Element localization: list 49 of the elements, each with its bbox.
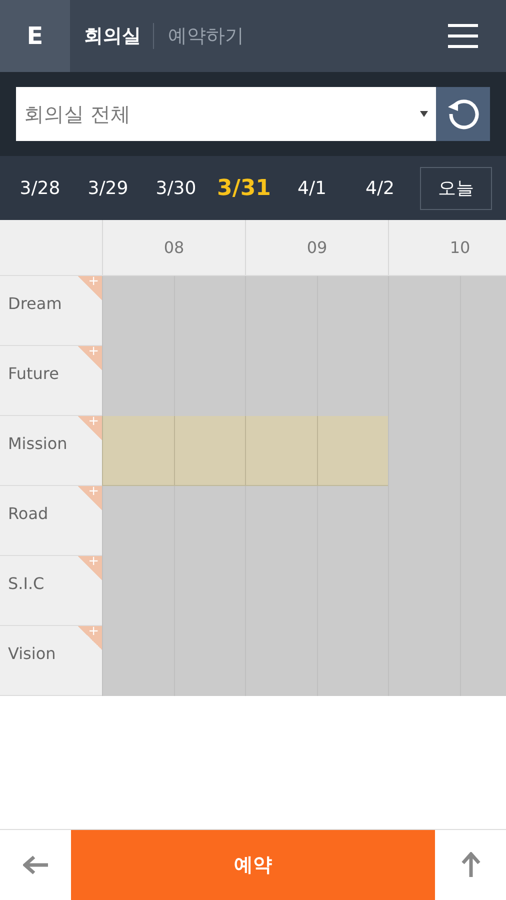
time-slot[interactable] <box>245 626 316 696</box>
date-tab[interactable]: 3/28 <box>6 178 74 198</box>
time-slot[interactable] <box>316 276 388 346</box>
time-slot[interactable] <box>245 416 316 486</box>
room-label-cell[interactable]: Dream + <box>0 276 102 346</box>
time-slot[interactable] <box>316 626 388 696</box>
menu-icon <box>448 23 478 49</box>
room-label-cell[interactable]: Future + <box>0 346 102 416</box>
room-label-cell[interactable]: Road + <box>0 486 102 556</box>
time-slot[interactable] <box>102 626 174 696</box>
time-slot[interactable] <box>102 416 174 486</box>
date-tab[interactable]: 4/2 <box>346 178 414 198</box>
page-subtitle: 예약하기 <box>168 24 244 49</box>
hour-header: 10 <box>388 220 506 275</box>
logo[interactable]: E <box>0 0 70 72</box>
hour-header: 08 <box>102 220 245 275</box>
page-title: 회의실 <box>84 23 154 49</box>
time-slot[interactable] <box>102 276 174 346</box>
refresh-button[interactable] <box>436 87 490 141</box>
time-slot[interactable] <box>316 486 388 556</box>
time-slot[interactable] <box>174 486 245 556</box>
hour-header: 09 <box>245 220 388 275</box>
date-tab[interactable]: 3/29 <box>74 178 142 198</box>
time-slot[interactable] <box>102 346 174 416</box>
up-arrow-icon <box>460 852 480 878</box>
room-select[interactable]: 회의실 전체 <box>16 87 436 141</box>
date-tab[interactable]: 3/30 <box>142 178 210 198</box>
date-tab[interactable]: 4/1 <box>278 178 346 198</box>
time-slot[interactable] <box>316 346 388 416</box>
today-button[interactable]: 오늘 <box>420 166 492 210</box>
left-arrow-icon <box>22 855 48 875</box>
refresh-icon <box>446 97 480 131</box>
time-slot[interactable] <box>102 486 174 556</box>
time-slot[interactable] <box>245 276 316 346</box>
reserve-button[interactable]: 예약 <box>71 830 435 900</box>
time-slot[interactable] <box>174 346 245 416</box>
room-label-cell[interactable]: S.I.C + <box>0 556 102 626</box>
dropdown-caret-icon <box>420 111 428 117</box>
time-slot[interactable] <box>245 486 316 556</box>
time-slot[interactable] <box>174 626 245 696</box>
room-label-cell[interactable]: Vision + <box>0 626 102 696</box>
room-label-cell[interactable]: Mission + <box>0 416 102 486</box>
time-slot[interactable] <box>316 416 388 486</box>
date-tab[interactable]: 3/31 <box>210 176 278 200</box>
time-slot[interactable] <box>245 346 316 416</box>
time-slot[interactable] <box>174 276 245 346</box>
time-slot[interactable] <box>388 626 460 696</box>
time-slot[interactable] <box>388 276 460 346</box>
time-slot[interactable] <box>174 416 245 486</box>
